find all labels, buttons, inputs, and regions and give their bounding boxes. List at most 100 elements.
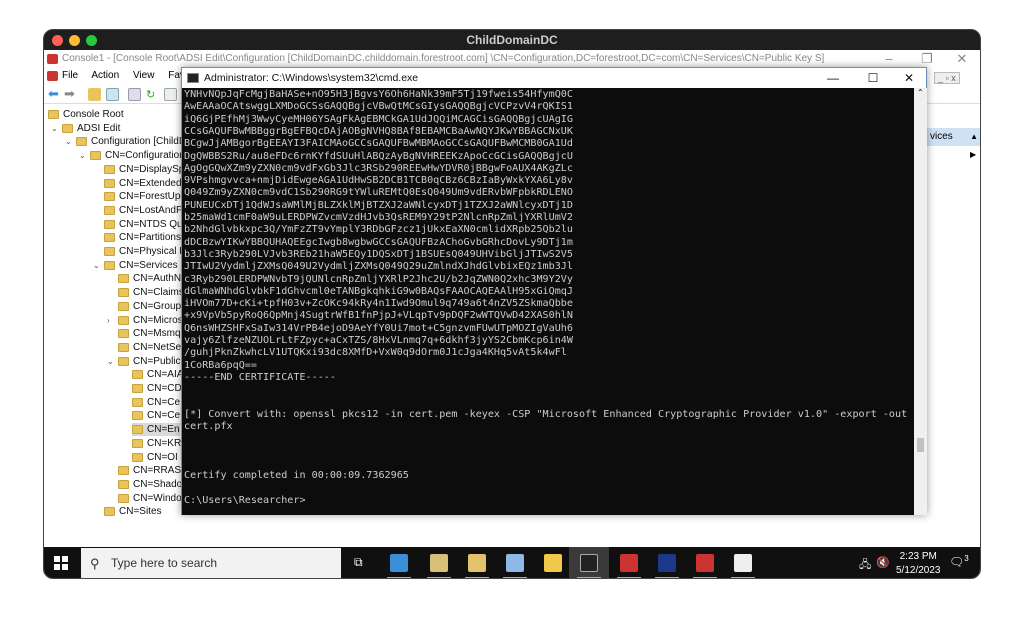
console-tree: Console Root ⌄ ADSI Edit ⌄ Configuration [Ch… <box>44 108 228 578</box>
tree-item[interactable]: CN=En <box>132 423 180 437</box>
desktop: Console1 - [Console Root\ADSI Edit\Confi… <box>44 50 980 578</box>
refresh-icon[interactable]: ↻ <box>146 88 159 101</box>
tree-item[interactable]: CN=Msmq <box>118 327 181 340</box>
ldp-icon[interactable] <box>658 554 676 572</box>
terminal-scrollbar[interactable]: ⌃ <box>914 88 927 515</box>
chevron-down-icon[interactable]: ⌄ <box>93 259 100 272</box>
folder-icon <box>132 384 143 393</box>
export-icon[interactable] <box>164 88 177 101</box>
mmc2-taskbar-icon[interactable] <box>696 554 714 572</box>
scrollbar-thumb[interactable] <box>917 438 924 452</box>
folder-icon <box>62 123 73 133</box>
tree-item[interactable]: CN=AuthN <box>118 272 181 285</box>
folder-icon <box>104 233 115 243</box>
menu-view[interactable]: View <box>133 70 155 81</box>
notepad-icon[interactable] <box>734 554 752 572</box>
terminal-line: Certify completed in 00:00:09.7362965 <box>184 470 409 482</box>
mmc-taskbar-icon[interactable] <box>620 554 638 572</box>
chevron-right-icon[interactable]: › <box>107 314 110 327</box>
tree-item[interactable]: CN=Ce <box>132 409 180 422</box>
forward-icon[interactable]: ➡ <box>64 86 77 101</box>
tree-item[interactable]: ⌄ CN=Configuration <box>79 149 185 162</box>
tree-item-label: CN=KR <box>147 437 182 449</box>
tree-item[interactable]: ⌄ ADSI Edit <box>51 122 120 135</box>
minimize-dot[interactable] <box>69 35 80 46</box>
terminal-line: 1CoRBa6pqQ== <box>184 359 257 371</box>
tree-item[interactable]: CN=NetSer <box>118 341 184 354</box>
tree-item[interactable]: CN=NTDS Quo <box>104 218 188 231</box>
chevron-down-icon[interactable]: ⌄ <box>65 135 72 148</box>
server-manager-icon[interactable] <box>390 554 408 572</box>
tree-item[interactable]: CN=Sites <box>104 505 162 518</box>
scroll-up-icon[interactable]: ⌃ <box>917 88 924 97</box>
mdi-controls[interactable]: _ ▫ x <box>934 72 960 84</box>
mmc-menu-icon <box>47 71 58 81</box>
tree-item[interactable]: CN=ForestUpd <box>104 190 186 203</box>
tree-item[interactable]: CN=AIA <box>132 368 183 381</box>
terminal-output[interactable]: YNHvNQpJqFcMgjBaHASe+nO95H3jBgvsY6Oh6HaN… <box>182 88 914 515</box>
start-windows-icon[interactable] <box>54 556 68 570</box>
terminal-line: iHVOm77D+cKi+tpfH03v+ZcOKc94kRy4n1Iwd9Om… <box>184 298 573 310</box>
adsi-tool-icon[interactable] <box>430 554 448 572</box>
show-tree-icon[interactable] <box>106 88 119 101</box>
close-dot[interactable] <box>52 35 63 46</box>
network-icon[interactable]: 🖧 <box>859 556 871 575</box>
cmd-taskbar-icon[interactable] <box>580 554 598 572</box>
tree-item[interactable]: CN=Ce <box>132 396 180 409</box>
tree-item[interactable]: CN=RRAS <box>118 464 181 477</box>
taskbar-search[interactable]: ⚲ Type here to search <box>81 548 341 578</box>
folder-icon <box>118 288 129 298</box>
tree-item[interactable]: › CN=Micros <box>107 314 183 327</box>
clock-time: 2:23 PM <box>899 551 937 562</box>
tree-item[interactable]: CN=Extended- <box>104 177 185 190</box>
chevron-down-icon[interactable]: ⌄ <box>51 122 58 135</box>
actions-header[interactable]: vices ▲ <box>926 128 980 146</box>
tree-item[interactable]: CN=Claims <box>118 286 184 299</box>
tree-item[interactable]: CN=DisplaySp <box>104 163 184 176</box>
tree-item[interactable]: Console Root <box>48 108 124 121</box>
chevron-down-icon[interactable]: ⌄ <box>79 149 86 162</box>
tree-item[interactable]: CN=Group <box>118 300 181 313</box>
tree-item[interactable]: CN=CD <box>132 382 182 395</box>
properties-icon[interactable] <box>128 88 141 101</box>
volume-muted-icon[interactable]: 🔇 <box>876 556 890 569</box>
terminal-line: AgOgGQwXZm9yZXN0cm9vdFxGb3Jlc3RSb290REEw… <box>184 162 573 174</box>
cmd-close[interactable]: ✕ <box>894 68 924 88</box>
tree-item-label: CN=Services <box>119 259 178 271</box>
file-explorer-icon[interactable] <box>544 554 562 572</box>
notification-icon[interactable]: 🗨3 <box>949 554 969 569</box>
terminal-line: iQ6GjPEfhMj3WwyCyeMH06YSAgFkAgEBMCkGA1Ud… <box>184 113 573 125</box>
terminal-line: BCgwJjAMBgorBgEEAYI3FAICMAoGCCsGAQUFBwMB… <box>184 138 573 150</box>
powershell-ise-icon[interactable] <box>506 554 524 572</box>
tree-item[interactable]: CN=LostAndF <box>104 204 182 217</box>
tree-item-label: CN=Micros <box>133 314 183 326</box>
console-close[interactable]: ✕ <box>947 50 977 68</box>
menu-action[interactable]: Action <box>91 70 119 81</box>
tree-item[interactable]: CN=OI <box>132 451 178 464</box>
tree-item[interactable]: CN=Shado <box>118 478 182 491</box>
console-minimize[interactable]: – <box>874 50 904 68</box>
tree-item[interactable]: CN=Physical L <box>104 245 185 258</box>
terminal-line: YNHvNQpJqFcMgjBaHASe+nO95H3jBgvsY6Oh6HaN… <box>184 89 573 100</box>
folder-icon <box>90 151 101 161</box>
menu-file[interactable]: File <box>62 70 78 81</box>
tree-item[interactable]: ⌄ CN=Public <box>107 355 181 368</box>
terminal-line: 9VPshmgvvca+nmjDidEwgeAGA1UdHwSB2DCB1TCB… <box>184 175 573 187</box>
chevron-down-icon[interactable]: ⌄ <box>107 355 114 368</box>
tree-item[interactable]: CN=Partitions <box>104 231 181 244</box>
back-icon[interactable]: ⬅ <box>48 86 61 101</box>
ad-users-icon[interactable] <box>468 554 486 572</box>
tree-item[interactable]: ⌄ CN=Services <box>93 259 178 272</box>
tree-item[interactable]: CN=KR <box>132 437 181 450</box>
terminal-line: b25maWd1cmF0aW9uLERDPWZvcmVzdHJvb3QsREM9… <box>184 212 573 223</box>
task-view-icon[interactable]: ⧉ <box>354 555 363 570</box>
zoom-dot[interactable] <box>86 35 97 46</box>
cmd-minimize[interactable]: — <box>818 68 848 88</box>
up-folder-icon[interactable] <box>88 88 101 101</box>
cmd-maximize[interactable]: ☐ <box>858 68 888 88</box>
more-actions-arrow[interactable]: ▶ <box>970 150 976 159</box>
terminal-line: dGlmaWNhdGlvbkF1dGhvcml0eTANBgkqhkiG9w0B… <box>184 285 573 297</box>
tree-item[interactable]: CN=Windo <box>118 492 182 505</box>
clock[interactable]: 2:23 PM 5/12/2023 <box>896 550 941 578</box>
console-restore[interactable]: ❐ <box>912 50 942 68</box>
